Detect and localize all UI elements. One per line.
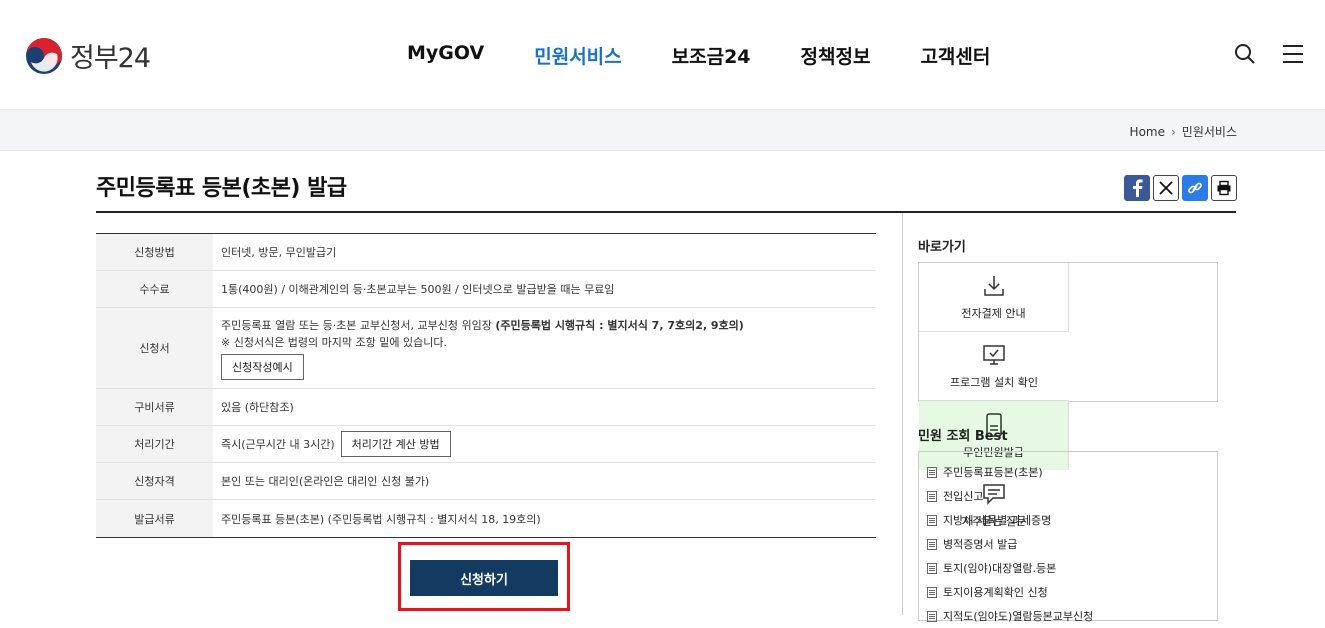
best-item-label: 토지이용계획확인 신청 bbox=[943, 586, 1048, 599]
table-row: 신청방법 인터넷, 방문, 무인발급기 bbox=[96, 234, 876, 271]
apply-button[interactable]: 신청하기 bbox=[410, 560, 558, 596]
row-label: 신청서 bbox=[96, 308, 213, 388]
facebook-share-button[interactable] bbox=[1124, 175, 1150, 201]
application-form-text: 주민등록표 열람 또는 등·초본 교부신청서, 교부신청 위임장 (주민등록법 … bbox=[221, 317, 868, 334]
breadcrumb-bar: Home › 민원서비스 bbox=[0, 109, 1325, 151]
x-icon bbox=[1159, 181, 1173, 195]
table-row: 신청자격 본인 또는 대리인(온라인은 대리인 신청 불가) bbox=[96, 463, 876, 500]
best-item-label: 주민등록표등본(초본) bbox=[943, 466, 1043, 479]
link-copy-button[interactable] bbox=[1182, 175, 1208, 201]
quick-link-program-check[interactable]: 프로그램 설치 확인 bbox=[919, 332, 1069, 401]
site-header: 정부24 MyGOV 민원서비스 보조금24 정책정보 고객센터 bbox=[0, 0, 1325, 110]
breadcrumb-current[interactable]: 민원서비스 bbox=[1182, 123, 1237, 140]
apply-button-highlight: 신청하기 bbox=[398, 542, 570, 611]
download-icon bbox=[983, 276, 1004, 296]
breadcrumb-home[interactable]: Home bbox=[1130, 125, 1165, 139]
nav-mygov[interactable]: MyGOV bbox=[407, 42, 484, 69]
row-label: 신청방법 bbox=[96, 234, 213, 270]
share-toolbar bbox=[1121, 175, 1237, 201]
best-list: 주민등록표등본(초본) 전입신고 지방세 세목별 과세증명 병적증명서 발급 토… bbox=[918, 451, 1218, 623]
service-info-table: 신청방법 인터넷, 방문, 무인발급기 수수료 1통(400원) / 이해관계인… bbox=[96, 233, 876, 538]
table-row: 구비서류 있음 (하단참조) bbox=[96, 389, 876, 426]
list-item[interactable]: 주민등록표등본(초본) bbox=[919, 460, 1217, 484]
sidebar-divider bbox=[902, 213, 903, 615]
link-icon bbox=[1188, 182, 1202, 194]
table-row: 처리기간 즉시(근무시간 내 3시간) 처리기간 계산 방법 bbox=[96, 426, 876, 463]
nav-policy-info[interactable]: 정책정보 bbox=[801, 42, 871, 69]
document-icon bbox=[927, 466, 937, 478]
site-logo[interactable]: 정부24 bbox=[26, 36, 151, 75]
list-item[interactable]: 토지(임야)대장열람.등본 bbox=[919, 556, 1217, 580]
row-value: 있음 (하단참조) bbox=[221, 401, 294, 414]
quick-link-payment-guide[interactable]: 전자결제 안내 bbox=[919, 263, 1069, 332]
row-value: 주민등록표 등본(초본) (주민등록법 시행규칙 : 별지서식 18, 19호의… bbox=[221, 512, 541, 526]
form-example-button[interactable]: 신청작성예시 bbox=[221, 353, 304, 380]
best-item-label: 토지(임야)대장열람.등본 bbox=[943, 562, 1057, 575]
row-label: 신청자격 bbox=[96, 463, 213, 499]
taegeuk-logo-icon bbox=[26, 37, 62, 74]
chevron-right-icon: › bbox=[1170, 124, 1176, 139]
form-description: 주민등록표 열람 또는 등·초본 교부신청서, 교부신청 위임장 bbox=[221, 318, 496, 332]
x-share-button[interactable] bbox=[1153, 175, 1179, 201]
monitor-check-icon bbox=[983, 345, 1005, 365]
processing-time-calc-button[interactable]: 처리기간 계산 방법 bbox=[340, 431, 451, 457]
table-row: 발급서류 주민등록표 등본(초본) (주민등록법 시행규칙 : 별지서식 18,… bbox=[96, 500, 876, 537]
facebook-icon bbox=[1133, 179, 1143, 197]
form-law-reference[interactable]: (주민등록법 시행규칙 : 별지서식 7, 7호의2, 9호의) bbox=[495, 319, 743, 332]
list-item[interactable]: 지적도(임야도)열람등본교부신청 bbox=[919, 604, 1217, 628]
print-icon bbox=[1217, 180, 1231, 196]
processing-time: 즉시(근무시간 내 3시간) bbox=[221, 438, 335, 451]
menu-icon[interactable] bbox=[1281, 42, 1305, 66]
breadcrumb: Home › 민원서비스 bbox=[1130, 123, 1237, 140]
best-list-title: 민원 조회 Best bbox=[918, 429, 1008, 444]
quick-link-label: 전자결제 안내 bbox=[961, 307, 1026, 320]
row-value: 1통(400원) / 이해관계인의 등·초본교부는 500원 / 인터넷으로 발… bbox=[221, 283, 615, 296]
best-item-label: 지방세 세목별 과세증명 bbox=[943, 514, 1052, 527]
row-label: 수수료 bbox=[96, 271, 213, 307]
best-item-label: 지적도(임야도)열람등본교부신청 bbox=[943, 610, 1094, 623]
form-note: ※ 신청서식은 법령의 마지막 조항 밑에 있습니다. bbox=[221, 335, 447, 349]
row-label: 처리기간 bbox=[96, 426, 213, 462]
quick-link-label: 프로그램 설치 확인 bbox=[950, 376, 1038, 389]
list-item[interactable]: 지방세 세목별 과세증명 bbox=[919, 508, 1217, 532]
quick-links: 전자결제 안내 프로그램 설치 확인 무인민원발급 자주묻는 질문 bbox=[918, 262, 1218, 528]
table-row: 수수료 1통(400원) / 이해관계인의 등·초본교부는 500원 / 인터넷… bbox=[96, 271, 876, 308]
row-value: 인터넷, 방문, 무인발급기 bbox=[221, 246, 337, 259]
nav-civil-service[interactable]: 민원서비스 bbox=[534, 42, 621, 69]
list-item[interactable]: 전입신고 bbox=[919, 484, 1217, 508]
row-value: 본인 또는 대리인(온라인은 대리인 신청 불가) bbox=[221, 475, 430, 488]
list-item[interactable]: 토지이용계획확인 신청 bbox=[919, 580, 1217, 604]
document-icon bbox=[927, 610, 937, 622]
document-icon bbox=[927, 490, 937, 502]
row-label: 발급서류 bbox=[96, 500, 213, 537]
nav-subsidy24[interactable]: 보조금24 bbox=[672, 42, 751, 69]
list-item[interactable]: 병적증명서 발급 bbox=[919, 532, 1217, 556]
best-item-label: 병적증명서 발급 bbox=[943, 538, 1018, 551]
row-label: 구비서류 bbox=[96, 389, 213, 425]
quick-links-title: 바로가기 bbox=[918, 240, 966, 255]
best-item-label: 전입신고 bbox=[943, 490, 984, 503]
row-value: 즉시(근무시간 내 3시간) 처리기간 계산 방법 bbox=[213, 426, 876, 462]
row-value: 주민등록표 열람 또는 등·초본 교부신청서, 교부신청 위임장 (주민등록법 … bbox=[213, 308, 876, 388]
nav-customer-center[interactable]: 고객센터 bbox=[920, 42, 990, 69]
document-icon bbox=[927, 538, 937, 550]
table-row: 신청서 주민등록표 열람 또는 등·초본 교부신청서, 교부신청 위임장 (주민… bbox=[96, 308, 876, 389]
print-button[interactable] bbox=[1211, 175, 1237, 201]
document-icon bbox=[927, 562, 937, 574]
title-divider bbox=[96, 211, 1236, 213]
document-icon bbox=[927, 514, 937, 526]
document-icon bbox=[927, 586, 937, 598]
logo-text: 정부24 bbox=[70, 43, 151, 74]
main-nav: MyGOV 민원서비스 보조금24 정책정보 고객센터 bbox=[407, 42, 1040, 69]
page-title: 주민등록표 등본(초본) 발급 bbox=[96, 176, 347, 201]
search-icon[interactable] bbox=[1233, 42, 1257, 66]
